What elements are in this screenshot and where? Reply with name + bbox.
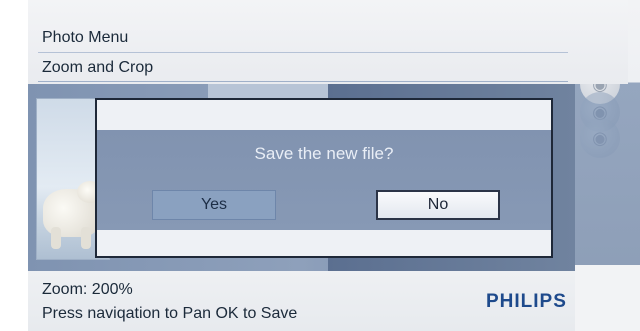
- no-button[interactable]: No: [376, 190, 500, 220]
- menu-title: Photo Menu: [42, 29, 129, 46]
- save-dialog: Save the new file? Yes No: [95, 98, 553, 258]
- dialog-body: Save the new file? Yes No: [97, 130, 551, 230]
- hint-text: Press naviqation to Pan OK to Save: [42, 305, 298, 322]
- yes-button[interactable]: Yes: [152, 190, 276, 220]
- polar-bear-leg: [51, 227, 61, 249]
- polar-bear-leg: [81, 227, 91, 249]
- status-bar: Zoom: 200% Press naviqation to Pan OK to…: [28, 271, 575, 331]
- zoom-status: Zoom: 200%: [42, 281, 133, 298]
- brand-logo: PHILIPS: [486, 291, 567, 312]
- menu-subtitle: Zoom and Crop: [42, 59, 154, 76]
- menu-header: Photo Menu Zoom and Crop: [28, 0, 628, 84]
- settings-icon[interactable]: ◉: [580, 118, 620, 158]
- screen: ◉ ◉ ◉ ◉ Photo Menu Zoom and Crop Save th…: [0, 0, 640, 331]
- dialog-prompt: Save the new file?: [254, 144, 394, 163]
- divider: [38, 52, 568, 53]
- divider: [38, 81, 568, 82]
